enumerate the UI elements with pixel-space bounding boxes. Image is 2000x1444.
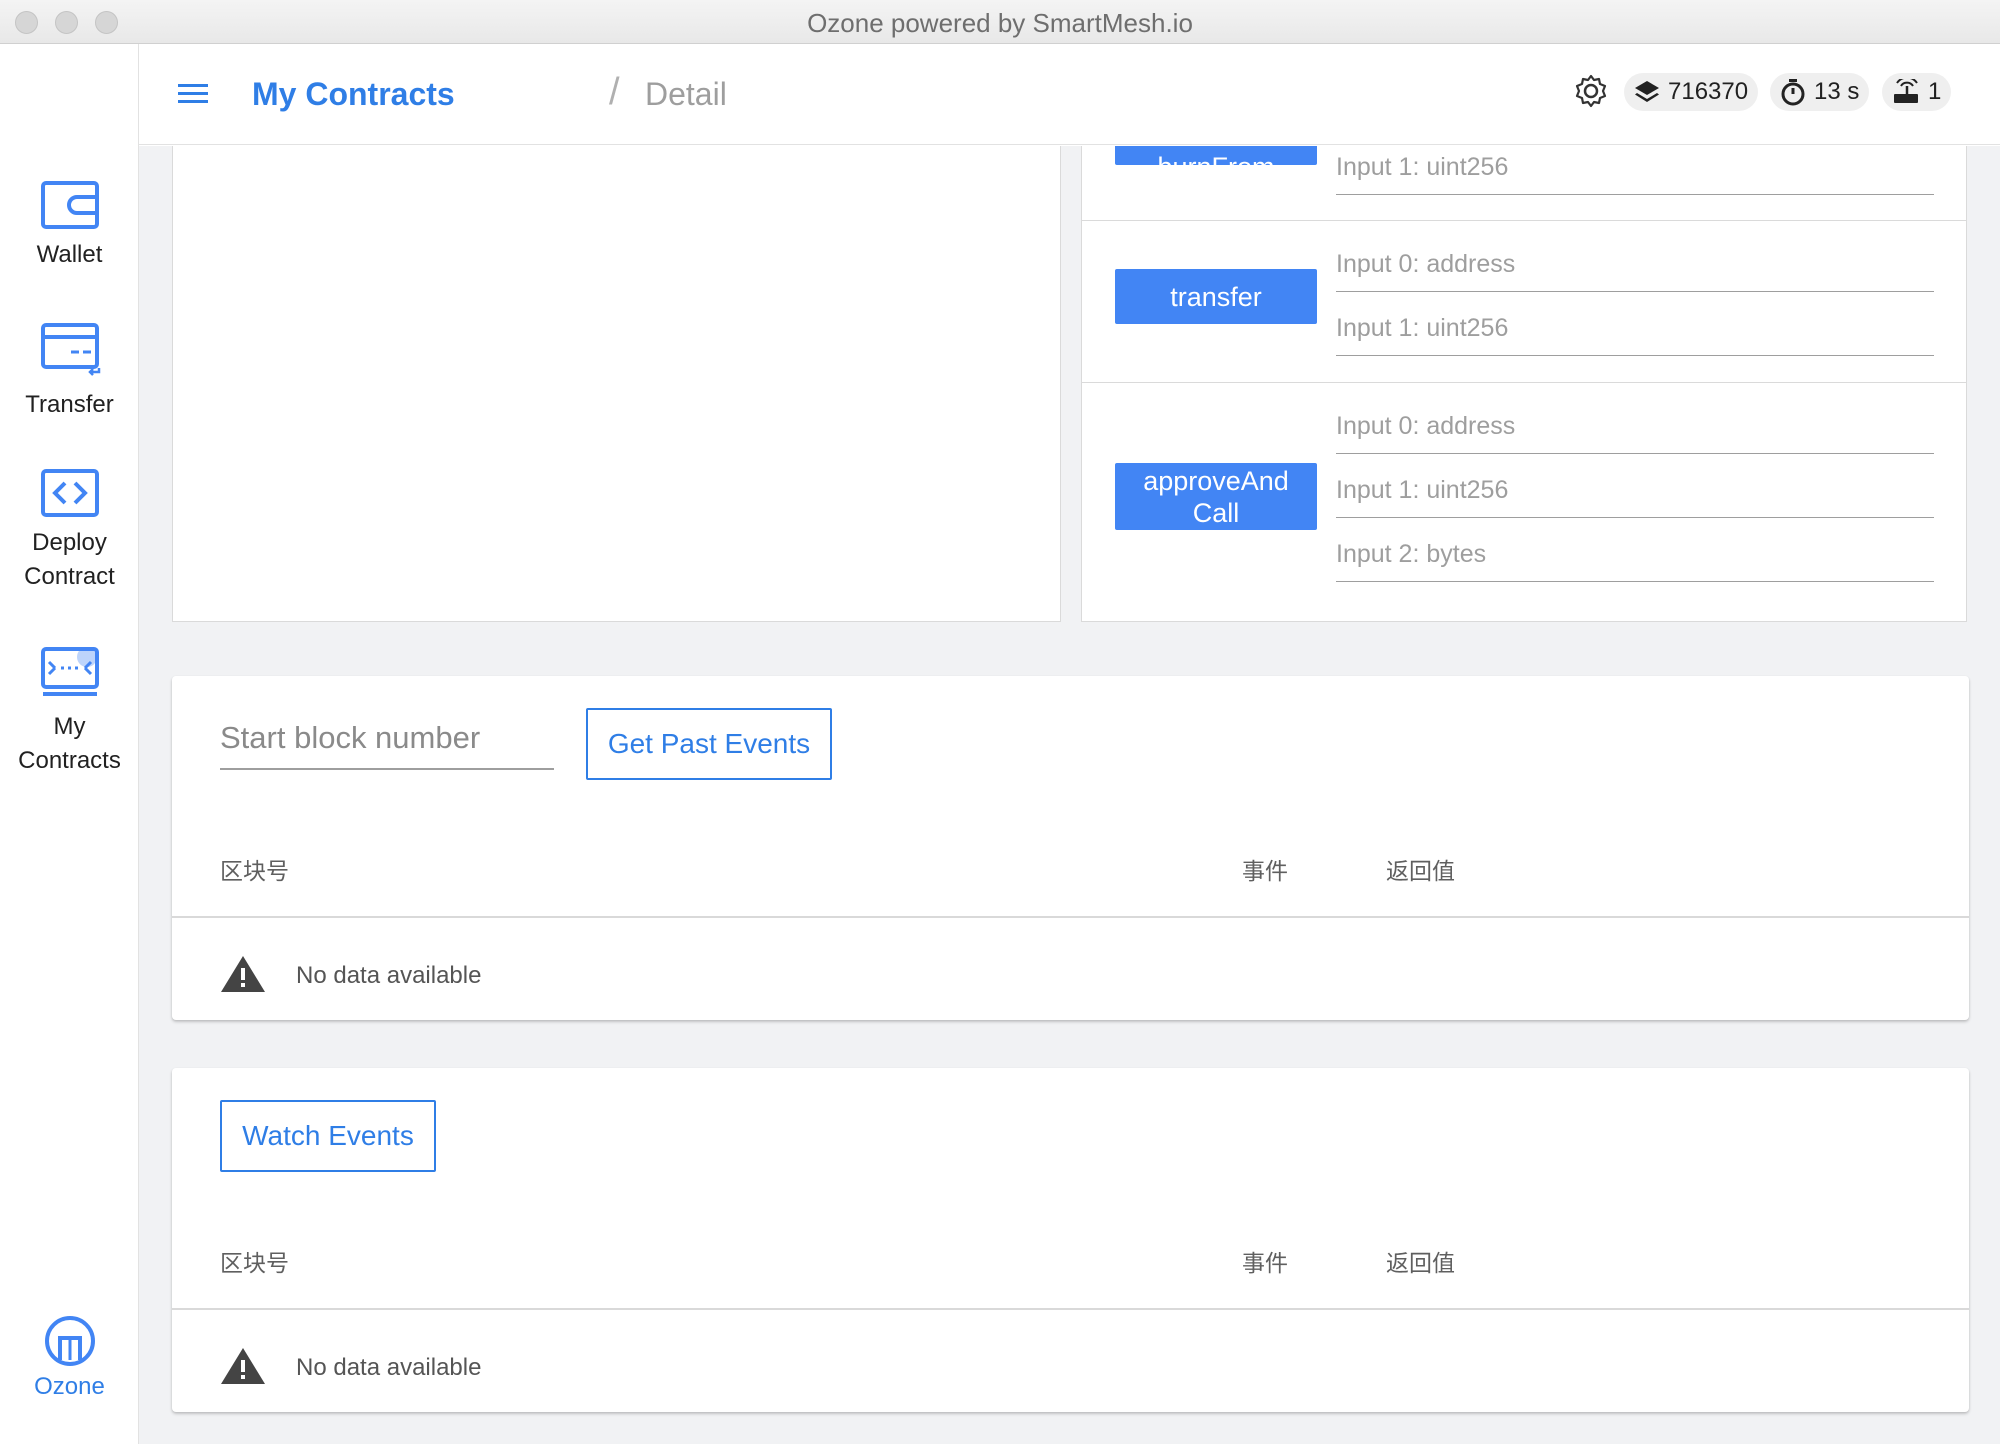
table-divider xyxy=(172,916,1969,918)
sidebar-item-my-contracts[interactable]: My Contracts xyxy=(0,644,139,778)
start-block-input[interactable]: Start block number xyxy=(220,706,554,770)
hamburger-menu-icon xyxy=(178,84,208,103)
column-header-return-value[interactable]: 返回值 xyxy=(1386,1244,1455,1278)
empty-state-text: No data available xyxy=(296,962,482,989)
sidebar-item-label: My Contracts xyxy=(18,713,121,774)
approveandcall-input-1[interactable]: Input 1: uint256 xyxy=(1336,468,1934,518)
breadcrumb-separator: / xyxy=(609,71,620,113)
watch-events-button[interactable]: Watch Events xyxy=(220,1100,436,1172)
burnfrom-input-1[interactable]: Input 1: uint256 xyxy=(1336,146,1934,195)
sidebar-item-label: Transfer xyxy=(25,391,114,418)
warning-icon xyxy=(221,1348,265,1384)
block-time-value: 13 s xyxy=(1814,78,1860,105)
sidebar-item-label: Deploy Contract xyxy=(24,529,115,590)
function-button-label: burnFrom xyxy=(1157,151,1274,165)
transfer-input-1[interactable]: Input 1: uint256 xyxy=(1336,306,1934,356)
function-row: transfer Input 0: address Input 1: uint2… xyxy=(1082,222,1966,383)
block-time-chip: 13 s xyxy=(1770,73,1870,111)
transfer-card-icon xyxy=(40,323,100,376)
function-approveandcall-button[interactable]: approveAnd Call xyxy=(1115,463,1317,530)
column-header-event[interactable]: 事件 xyxy=(1242,1244,1288,1278)
sidebar-item-label: Wallet xyxy=(36,241,103,268)
gear-icon xyxy=(1575,74,1607,108)
window-title: Ozone powered by SmartMesh.io xyxy=(807,8,1193,38)
router-icon xyxy=(1894,79,1918,103)
timer-icon xyxy=(1781,79,1805,106)
table-divider xyxy=(172,1308,1969,1310)
layers-icon xyxy=(1635,81,1659,102)
past-events-card: Start block number Get Past Events 区块号 事… xyxy=(172,676,1969,1020)
transfer-input-0[interactable]: Input 0: address xyxy=(1336,242,1934,292)
wallet-icon xyxy=(40,181,99,229)
sidebar-item-transfer[interactable]: Transfer xyxy=(0,322,139,422)
sidebar-brand-label: Ozone xyxy=(34,1373,105,1400)
sidebar-brand-ozone[interactable]: Ozone xyxy=(0,1314,139,1404)
sidebar-item-deploy-contract[interactable]: Deploy Contract xyxy=(0,468,139,594)
empty-state-text: No data available xyxy=(296,1354,482,1381)
approveandcall-input-2[interactable]: Input 2: bytes xyxy=(1336,532,1934,582)
ozone-logo-icon xyxy=(44,1316,95,1366)
contract-functions-panel: burnFrom Input 1: uint256 transfer Input… xyxy=(1081,146,1967,622)
breadcrumb-my-contracts-link[interactable]: My Contracts xyxy=(252,76,455,113)
main-content: burnFrom Input 1: uint256 transfer Input… xyxy=(139,146,2000,1444)
column-header-block-number[interactable]: 区块号 xyxy=(220,1244,289,1278)
warning-icon xyxy=(221,956,265,992)
column-header-return-value[interactable]: 返回值 xyxy=(1386,852,1455,886)
settings-button[interactable] xyxy=(1573,73,1609,109)
block-number-chip: 716370 xyxy=(1624,73,1759,111)
function-row: burnFrom Input 1: uint256 xyxy=(1082,146,1966,221)
peers-count-value: 1 xyxy=(1928,78,1942,105)
approveandcall-input-0[interactable]: Input 0: address xyxy=(1336,404,1934,454)
top-bar: My Contracts / Detail 716370 13 s 1 xyxy=(139,44,2000,145)
function-transfer-button[interactable]: transfer xyxy=(1115,269,1317,324)
breadcrumb-current: Detail xyxy=(645,76,727,112)
contract-info-panel xyxy=(172,146,1061,622)
window-title-bar: Ozone powered by SmartMesh.io xyxy=(0,0,2000,44)
watch-events-card: Watch Events 区块号 事件 返回值 No data availabl… xyxy=(172,1068,1969,1412)
sidebar-item-wallet[interactable]: Wallet xyxy=(0,180,139,272)
get-past-events-button[interactable]: Get Past Events xyxy=(586,708,832,780)
sidebar: Wallet Transfer Deploy Contract My Contr… xyxy=(0,44,139,1444)
code-brackets-icon xyxy=(40,469,99,517)
function-burnfrom-button[interactable]: burnFrom xyxy=(1115,146,1317,165)
block-number-value: 716370 xyxy=(1668,78,1749,105)
contracts-icon xyxy=(40,647,99,696)
function-row: approveAnd Call Input 0: address Input 1… xyxy=(1082,384,1966,623)
column-header-block-number[interactable]: 区块号 xyxy=(220,852,289,886)
menu-toggle-button[interactable] xyxy=(175,76,211,112)
peers-chip: 1 xyxy=(1882,73,1952,111)
column-header-event[interactable]: 事件 xyxy=(1242,852,1288,886)
